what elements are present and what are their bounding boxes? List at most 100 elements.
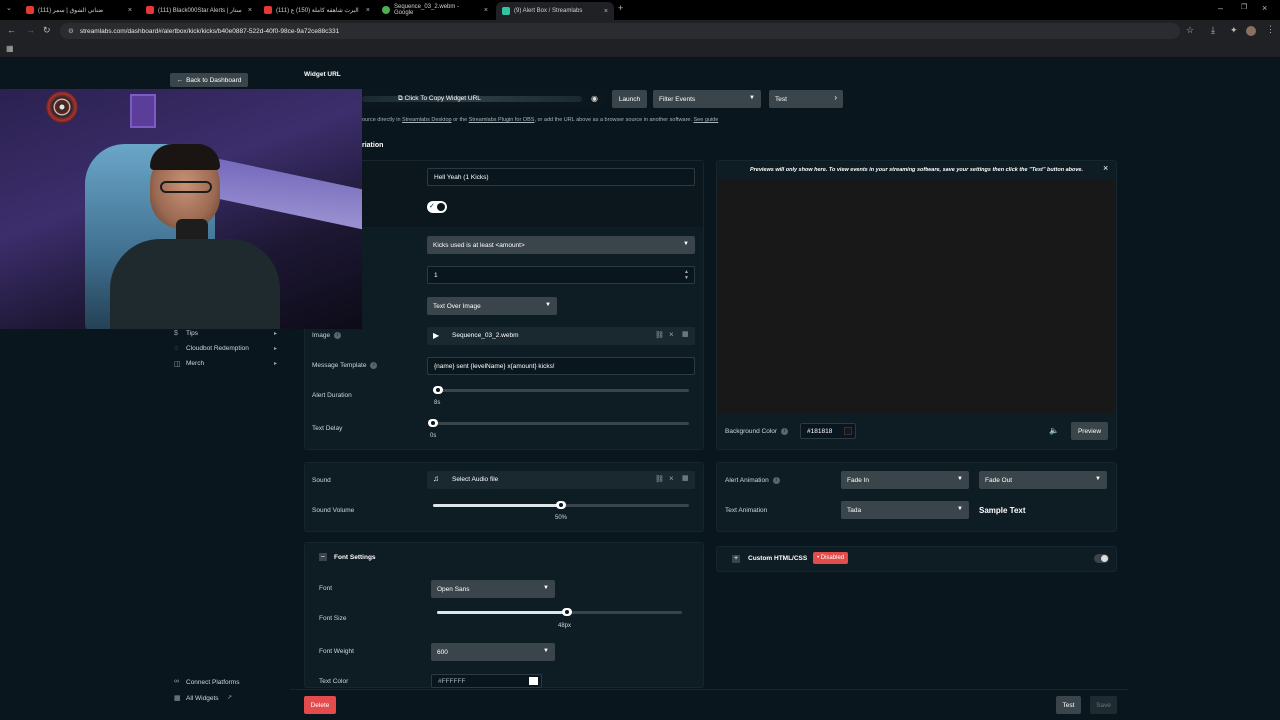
site-info-icon[interactable]: ⚙ bbox=[68, 27, 74, 35]
message-template-input[interactable]: {name} sent {levelName} x{amount} kicks! bbox=[427, 357, 695, 375]
link-icon[interactable]: ⛓ bbox=[655, 331, 664, 339]
caret-down-icon: ▼ bbox=[957, 506, 963, 512]
text-delay-slider[interactable] bbox=[428, 419, 689, 427]
condition-select[interactable]: Kicks used is at least <amount> ▼ bbox=[427, 236, 695, 254]
browser-tab-2[interactable]: (111) Black000Star Alerts | ستار × bbox=[140, 3, 258, 17]
gallery-grid-icon[interactable]: ▦ bbox=[682, 474, 689, 482]
disabled-badge: • Disabled bbox=[813, 552, 849, 564]
browser-tab-5-active[interactable]: (9) Alert Box / Streamlabs × bbox=[496, 2, 614, 20]
close-icon[interactable]: × bbox=[484, 7, 488, 14]
layout-value: Text Over Image bbox=[433, 302, 481, 310]
eye-icon[interactable]: ◉ bbox=[591, 94, 598, 103]
font-select[interactable]: Open Sans ▼ bbox=[431, 580, 555, 598]
download-icon[interactable]: ⤓ bbox=[1211, 25, 1215, 36]
expand-icon[interactable]: + bbox=[732, 555, 740, 563]
color-swatch[interactable] bbox=[529, 677, 538, 685]
back-arrow-icon[interactable]: ← bbox=[7, 25, 16, 35]
maximize-icon[interactable]: ❐ bbox=[1241, 3, 1247, 11]
forward-arrow-icon[interactable]: → bbox=[26, 25, 35, 35]
custom-css-toggle[interactable] bbox=[1094, 554, 1109, 563]
tab-search-icon[interactable]: ⌄ bbox=[6, 4, 12, 12]
streamlabs-desktop-link[interactable]: Streamlabs Desktop bbox=[402, 117, 452, 123]
profile-avatar[interactable] bbox=[1246, 26, 1256, 36]
save-button[interactable]: Save bbox=[1090, 696, 1117, 714]
font-weight-label: Font Weight bbox=[319, 648, 354, 655]
reload-icon[interactable]: ↻ bbox=[43, 25, 51, 36]
delete-button[interactable]: Delete bbox=[304, 696, 336, 714]
extensions-icon[interactable]: ✦ bbox=[1230, 25, 1238, 36]
close-icon[interactable]: × bbox=[604, 8, 608, 15]
minimize-icon[interactable]: – bbox=[1218, 3, 1223, 13]
caret-down-icon: ▼ bbox=[543, 585, 549, 591]
text-color-input[interactable]: #FFFFFF bbox=[431, 674, 542, 688]
slider-thumb[interactable] bbox=[556, 501, 566, 509]
slider-thumb[interactable] bbox=[428, 419, 438, 427]
sound-volume-slider[interactable] bbox=[433, 501, 689, 509]
sound-file-field[interactable]: ♫ Select Audio file ⛓ × ▦ bbox=[427, 471, 695, 489]
obs-plugin-link[interactable]: Streamlabs Plugin for OBS bbox=[469, 117, 535, 123]
see-guide-link[interactable]: See guide bbox=[694, 117, 719, 123]
sidebar-item-cloudbot-redemption[interactable]: Cloudbot Redemption bbox=[186, 345, 249, 352]
all-widgets-link[interactable]: All Widgets bbox=[186, 695, 219, 702]
animation-out-select[interactable]: Fade Out ▼ bbox=[979, 471, 1107, 489]
alert-animation-label: Alert Animation bbox=[725, 477, 769, 485]
widget-url-field[interactable]: ⧉ Click To Copy Widget URL ◉ bbox=[362, 90, 606, 108]
footer-divider bbox=[290, 689, 1128, 690]
info-icon[interactable]: i bbox=[772, 477, 780, 484]
sidebar-item-tips[interactable]: Tips bbox=[186, 330, 198, 337]
message-label: Message Template bbox=[312, 362, 367, 370]
variation-name-input[interactable]: Hell Yeah (1 Kicks) bbox=[427, 168, 695, 186]
amount-input[interactable]: 1 ▲ ▼ bbox=[427, 266, 695, 284]
alert-duration-slider[interactable] bbox=[433, 386, 689, 394]
window-close-icon[interactable]: × bbox=[1262, 3, 1267, 13]
info-icon[interactable]: i bbox=[334, 332, 342, 339]
chevron-right-icon: › bbox=[834, 93, 837, 102]
close-icon[interactable]: × bbox=[366, 7, 370, 14]
image-file-field[interactable]: ▶ Sequence_03_2.webm ⛓ × ▦ bbox=[427, 327, 695, 345]
connect-platforms-link[interactable]: Connect Platforms bbox=[186, 679, 239, 686]
url-field[interactable]: ⚙ streamlabs.com/dashboard#/alertbox/kic… bbox=[60, 23, 1180, 39]
link-icon: ∞ bbox=[174, 678, 179, 685]
slider-thumb[interactable] bbox=[433, 386, 444, 394]
stepper-icon[interactable]: ▲ ▼ bbox=[684, 269, 689, 281]
close-icon[interactable]: × bbox=[128, 7, 132, 14]
browser-tab-4[interactable]: Sequence_03_2.webm - Google × bbox=[376, 3, 494, 17]
help-text: or the bbox=[451, 117, 469, 123]
info-icon[interactable]: i bbox=[370, 362, 378, 369]
font-size-value: 48px bbox=[558, 623, 572, 629]
filter-events-select[interactable]: Filter Events ▼ bbox=[653, 90, 761, 108]
apps-grid-icon[interactable]: ▦ bbox=[6, 44, 14, 53]
bookmark-star-icon[interactable]: ☆ bbox=[1186, 25, 1194, 36]
back-to-dashboard-button[interactable]: ← Back to Dashboard bbox=[170, 73, 248, 87]
remove-icon[interactable]: × bbox=[669, 474, 674, 483]
collapse-icon[interactable]: – bbox=[319, 553, 327, 561]
launch-button[interactable]: Launch bbox=[612, 90, 647, 108]
remove-icon[interactable]: × bbox=[669, 330, 674, 339]
slider-thumb[interactable] bbox=[561, 608, 572, 616]
browser-tab-3[interactable]: (111) البرث شاهقة كاملة (150) ع × bbox=[258, 3, 376, 17]
bg-color-label: Background Color bbox=[725, 428, 778, 436]
color-swatch[interactable] bbox=[844, 427, 852, 435]
font-size-slider[interactable] bbox=[437, 608, 682, 616]
font-weight-select[interactable]: 600 ▼ bbox=[431, 643, 555, 661]
new-tab-icon[interactable]: + bbox=[618, 3, 623, 13]
sound-volume-label: Sound Volume bbox=[312, 507, 355, 514]
menu-icon[interactable]: ⋮ bbox=[1266, 24, 1275, 35]
layout-select[interactable]: Text Over Image ▼ bbox=[427, 297, 557, 315]
speaker-icon[interactable]: 🔈 bbox=[1049, 426, 1059, 435]
message-label-wrap: Message Template i bbox=[312, 362, 378, 370]
variation-enabled-toggle[interactable]: ✓ bbox=[427, 201, 447, 213]
close-icon[interactable]: × bbox=[1103, 163, 1108, 173]
animation-in-select[interactable]: Fade In ▼ bbox=[841, 471, 969, 489]
bg-color-input[interactable]: #181818 bbox=[800, 423, 856, 439]
gallery-grid-icon[interactable]: ▦ bbox=[682, 330, 689, 338]
sidebar-item-merch[interactable]: Merch bbox=[186, 360, 204, 367]
close-icon[interactable]: × bbox=[248, 7, 252, 14]
preview-button[interactable]: Preview bbox=[1071, 422, 1108, 440]
text-animation-select[interactable]: Tada ▼ bbox=[841, 501, 969, 519]
test-dropdown[interactable]: Test › bbox=[769, 90, 843, 108]
link-icon[interactable]: ⛓ bbox=[655, 475, 664, 483]
info-icon[interactable]: i bbox=[781, 428, 789, 435]
footer-test-button[interactable]: Test bbox=[1056, 696, 1081, 714]
browser-tab-1[interactable]: (111) ضناني الشوق | سمر × bbox=[20, 3, 138, 17]
